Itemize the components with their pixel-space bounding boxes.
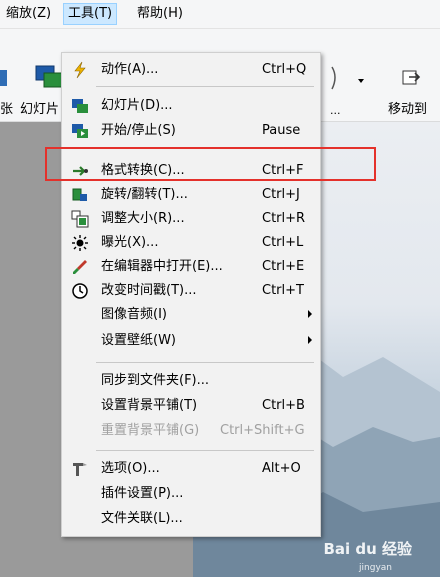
menu-separator xyxy=(96,362,314,363)
menu-item-label: 选项(O)... xyxy=(101,461,160,476)
menu-item-label: 幻灯片(D)... xyxy=(101,98,173,113)
partial-tool-icon[interactable] xyxy=(0,68,10,88)
toolbar-label-move-to[interactable]: 移动到 xyxy=(388,98,427,117)
menu-item-label: 旋转/翻转(T)... xyxy=(101,187,188,202)
menu-separator xyxy=(96,450,314,451)
toolbar-label-slideshow[interactable]: 幻灯片 xyxy=(20,98,59,117)
menu-help[interactable]: 帮助(H) xyxy=(133,4,187,24)
menu-item-label: 动作(A)... xyxy=(101,62,159,77)
menu-item-set-wallpaper[interactable]: 设置壁纸(W) xyxy=(62,329,320,353)
menu-item-slideshow[interactable]: 幻灯片(D)... xyxy=(62,94,320,118)
slideshow-icon xyxy=(72,99,88,113)
watermark-brand: Bai du 经验 xyxy=(323,540,412,558)
clock-icon xyxy=(72,283,88,299)
tools-menu: 动作(A)... Ctrl+Q 幻灯片(D)... 开始/停止(S) Pause… xyxy=(61,52,321,537)
menu-item-label: 文件关联(L)... xyxy=(101,511,183,526)
menu-item-shortcut: Alt+O xyxy=(262,461,301,476)
menu-item-image-audio[interactable]: 图像音频(I) xyxy=(62,303,320,327)
menu-item-shortcut: Ctrl+L xyxy=(262,235,304,250)
sun-icon xyxy=(72,235,88,251)
menu-item-rotate-flip[interactable]: 旋转/翻转(T)... Ctrl+J xyxy=(62,183,320,207)
menu-item-exposure[interactable]: 曝光(X)... Ctrl+L xyxy=(62,231,320,255)
menu-item-shortcut: Ctrl+R xyxy=(262,211,306,226)
menu-item-open-in-editor[interactable]: 在编辑器中打开(E)... Ctrl+E xyxy=(62,255,320,279)
menu-item-plugin-settings[interactable]: 插件设置(P)... xyxy=(62,482,320,506)
options-tool-icon xyxy=(73,463,87,476)
submenu-arrow-icon xyxy=(308,310,312,318)
menu-item-change-timestamp[interactable]: 改变时间戳(T)... Ctrl+T xyxy=(62,279,320,303)
menu-item-shortcut: Ctrl+J xyxy=(262,187,300,202)
menu-item-label: 调整大小(R)... xyxy=(101,211,185,226)
rotate-icon xyxy=(72,188,87,201)
menu-item-shortcut: Ctrl+Shift+G xyxy=(220,423,305,438)
menu-item-shortcut: Ctrl+T xyxy=(262,283,304,298)
brush-icon xyxy=(73,260,87,274)
menu-item-label: 插件设置(P)... xyxy=(101,486,184,501)
menu-item-label: 设置壁纸(W) xyxy=(101,333,176,348)
menu-item-shortcut: Ctrl+E xyxy=(262,259,305,274)
menu-item-label: 在编辑器中打开(E)... xyxy=(101,259,223,274)
menu-item-sync-folder[interactable]: 同步到文件夹(F)... xyxy=(62,369,320,393)
menu-item-label: 改变时间戳(T)... xyxy=(101,283,197,298)
menu-item-shortcut: Pause xyxy=(262,123,301,138)
menu-item-label: 同步到文件夹(F)... xyxy=(101,373,210,388)
menu-tools[interactable]: 工具(T) xyxy=(63,3,118,25)
menu-item-shortcut: Ctrl+B xyxy=(262,398,305,413)
dropdown-chevron-icon[interactable] xyxy=(330,65,370,93)
menu-item-action[interactable]: 动作(A)... Ctrl+Q xyxy=(62,58,320,82)
menu-item-resize[interactable]: 调整大小(R)... Ctrl+R xyxy=(62,207,320,231)
watermark-sub: jingyan xyxy=(359,563,392,573)
submenu-arrow-icon xyxy=(308,336,312,344)
menubar: 缩放(Z) 工具(T) 帮助(H) xyxy=(0,0,440,29)
menu-item-label: 设置背景平铺(T) xyxy=(101,398,198,413)
lightning-icon xyxy=(74,61,86,79)
menu-item-label: 重置背景平铺(G) xyxy=(101,423,200,438)
slideshow-play-icon xyxy=(72,124,88,138)
menu-separator xyxy=(96,86,314,87)
menu-item-label: 曝光(X)... xyxy=(101,235,159,250)
menu-item-shortcut: Ctrl+Q xyxy=(262,62,307,77)
menu-item-file-association[interactable]: 文件关联(L)... xyxy=(62,507,320,531)
menu-item-start-stop[interactable]: 开始/停止(S) Pause xyxy=(62,119,320,143)
resize-icon xyxy=(71,210,89,228)
menu-item-label: 图像音频(I) xyxy=(101,307,167,322)
menu-item-label: 开始/停止(S) xyxy=(101,123,176,138)
toolbar-label-ellipsis: ... xyxy=(330,104,341,117)
menu-item-set-bg-tile[interactable]: 设置背景平铺(T) Ctrl+B xyxy=(62,394,320,418)
menu-item-reset-bg-tile: 重置背景平铺(G) Ctrl+Shift+G xyxy=(62,419,320,443)
menu-item-options[interactable]: 选项(O)... Alt+O xyxy=(62,457,320,481)
menu-zoom[interactable]: 缩放(Z) xyxy=(2,4,55,24)
toolbar-label-partial: 张 xyxy=(0,102,14,117)
highlight-annotation-box xyxy=(45,147,376,181)
move-to-icon[interactable] xyxy=(401,67,421,89)
